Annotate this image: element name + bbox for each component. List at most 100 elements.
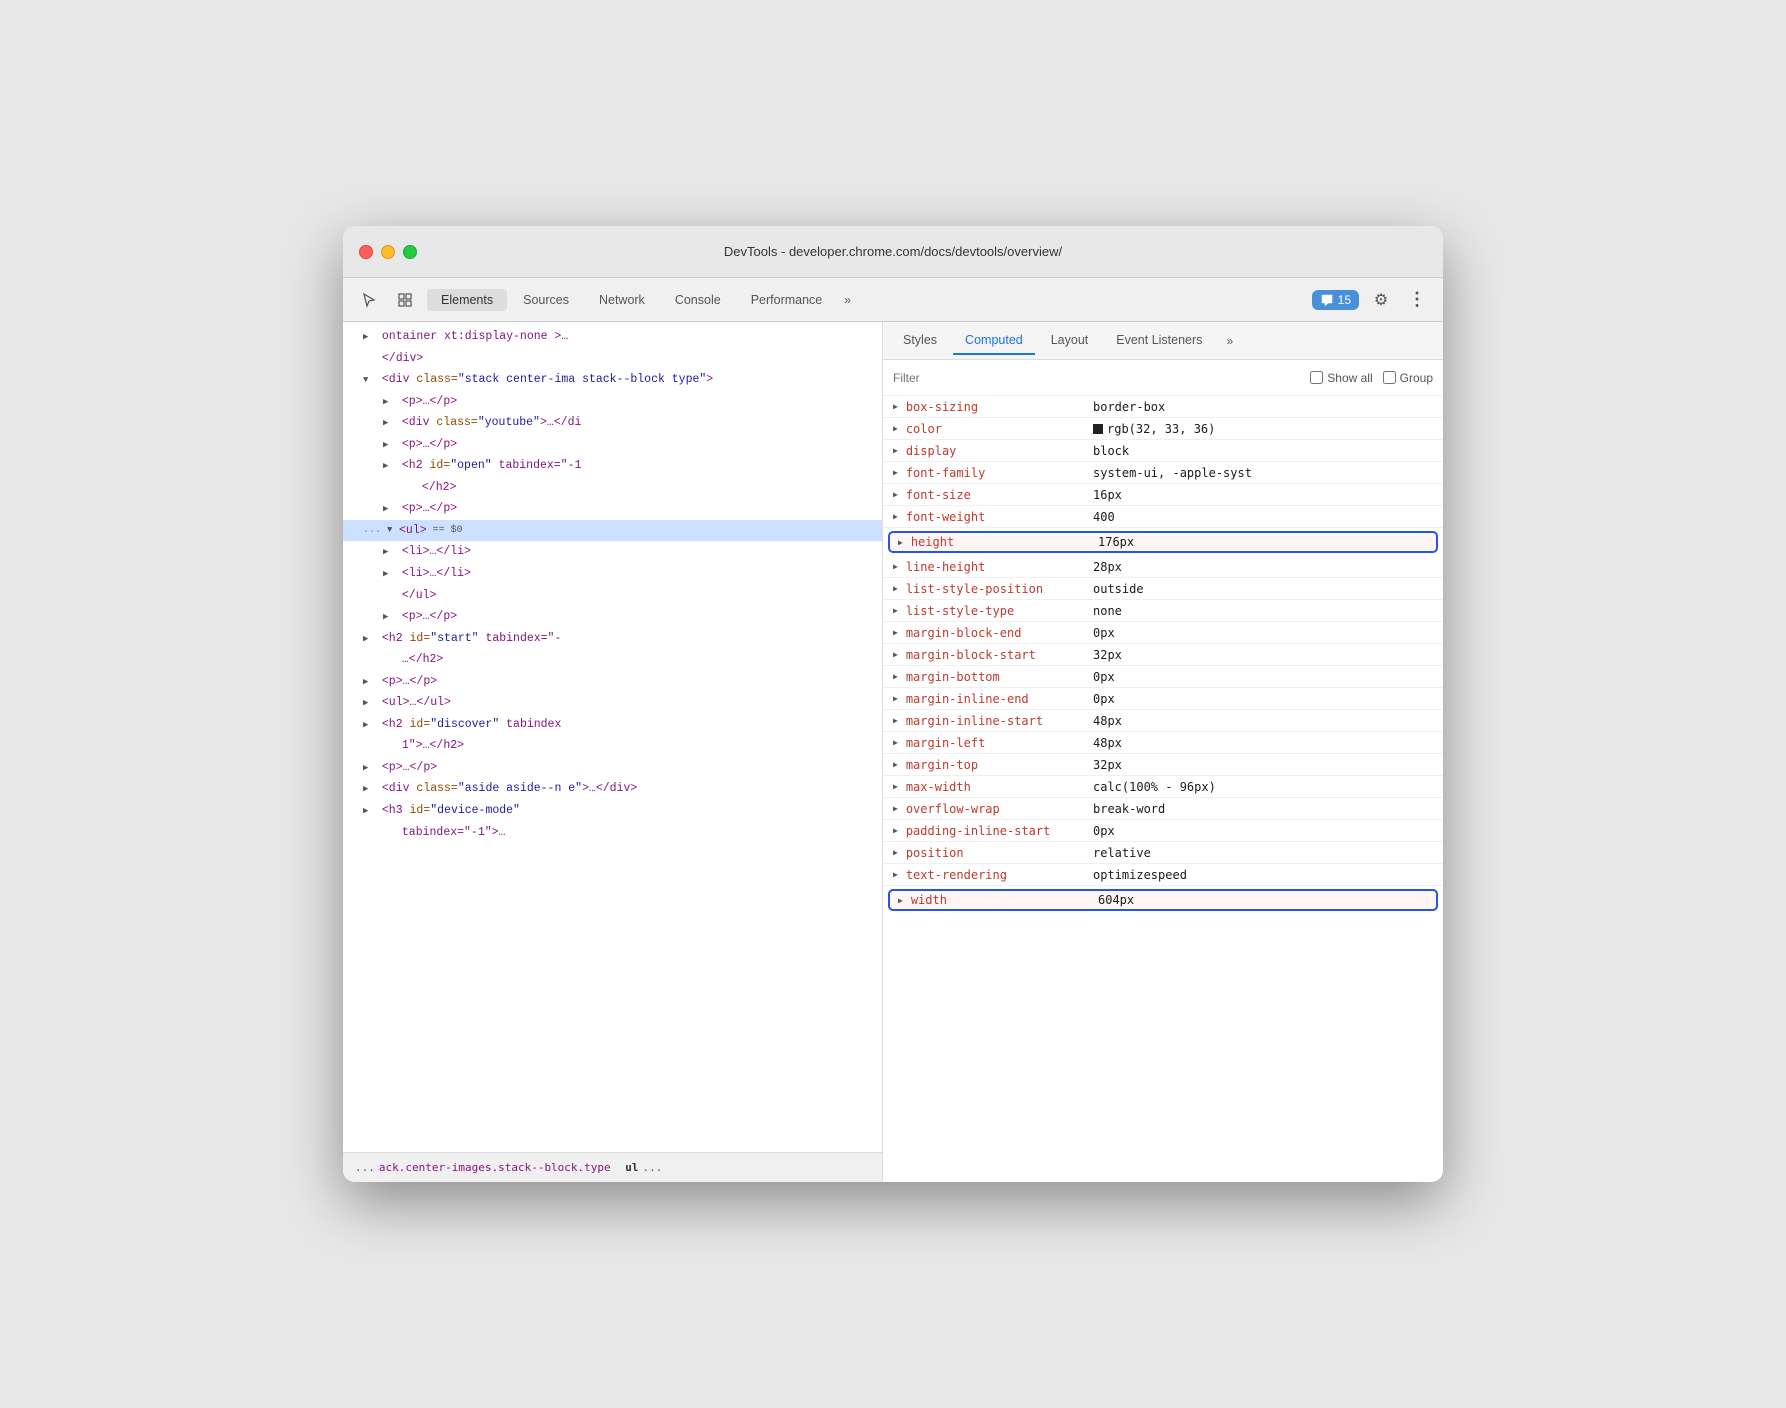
tab-performance[interactable]: Performance xyxy=(737,289,837,311)
html-tag: <h2 xyxy=(402,459,430,472)
triangle-icon: ▶ xyxy=(893,848,898,857)
computed-properties-list[interactable]: ▶ box-sizing border-box ▶ color rgb(32, … xyxy=(883,396,1443,1182)
show-all-checkbox-label[interactable]: Show all xyxy=(1310,371,1372,385)
prop-value: 400 xyxy=(1093,510,1433,524)
status-crumb-2[interactable]: ul xyxy=(625,1161,638,1174)
tab-elements[interactable]: Elements xyxy=(427,289,507,311)
tab-console[interactable]: Console xyxy=(661,289,735,311)
prop-list-style-type[interactable]: ▶ list-style-type none xyxy=(883,600,1443,622)
list-item[interactable]: <p>…</p> xyxy=(343,757,882,779)
settings-icon[interactable]: ⚙ xyxy=(1367,286,1395,314)
group-checkbox-label[interactable]: Group xyxy=(1383,371,1433,385)
triangle-icon: ▶ xyxy=(893,870,898,879)
show-all-checkbox[interactable] xyxy=(1310,371,1323,384)
list-item[interactable]: ontainer xt:display-none >… xyxy=(343,326,882,348)
prop-margin-block-start[interactable]: ▶ margin-block-start 32px xyxy=(883,644,1443,666)
selected-element-row[interactable]: ... <ul> == $0 xyxy=(343,520,882,542)
prop-name: ▶ font-weight xyxy=(893,510,1093,524)
list-item[interactable]: <p>…</p> xyxy=(343,671,882,693)
prop-display[interactable]: ▶ display block xyxy=(883,440,1443,462)
prop-list-style-position[interactable]: ▶ list-style-position outside xyxy=(883,578,1443,600)
prop-box-sizing[interactable]: ▶ box-sizing border-box xyxy=(883,396,1443,418)
prop-width[interactable]: ▶ width 604px xyxy=(888,889,1438,911)
feedback-badge[interactable]: 15 xyxy=(1312,290,1359,310)
list-item[interactable]: <p>…</p> xyxy=(343,391,882,413)
prop-font-size[interactable]: ▶ font-size 16px xyxy=(883,484,1443,506)
html-tag: > xyxy=(706,373,713,386)
more-tabs-icon[interactable]: » xyxy=(838,291,857,309)
minimize-button[interactable] xyxy=(381,245,395,259)
list-item[interactable]: <div class="stack center-ima stack--bloc… xyxy=(343,369,882,391)
filter-input[interactable] xyxy=(893,371,1300,385)
color-swatch[interactable] xyxy=(1093,424,1103,434)
panel-more-tabs[interactable]: » xyxy=(1220,332,1239,350)
list-item[interactable]: <li>…</li> xyxy=(343,541,882,563)
list-item[interactable]: <p>…</p> xyxy=(343,606,882,628)
triangle-icon xyxy=(387,523,399,538)
prop-font-weight[interactable]: ▶ font-weight 400 xyxy=(883,506,1443,528)
html-tag: tabindex="-1 xyxy=(492,459,582,472)
list-item[interactable]: <h2 id="discover" tabindex xyxy=(343,714,882,736)
maximize-button[interactable] xyxy=(403,245,417,259)
list-item[interactable]: <div class="youtube">…</di xyxy=(343,412,882,434)
tab-sources[interactable]: Sources xyxy=(509,289,583,311)
prop-overflow-wrap[interactable]: ▶ overflow-wrap break-word xyxy=(883,798,1443,820)
list-item[interactable]: 1">…</h2> xyxy=(343,735,882,757)
html-attr-val: "start" xyxy=(430,632,478,645)
html-tag: <p>…</p> xyxy=(382,675,437,688)
prop-name: ▶ margin-left xyxy=(893,736,1093,750)
prop-value: border-box xyxy=(1093,400,1433,414)
prop-color[interactable]: ▶ color rgb(32, 33, 36) xyxy=(883,418,1443,440)
list-item[interactable]: <ul>…</ul> xyxy=(343,692,882,714)
prop-margin-bottom[interactable]: ▶ margin-bottom 0px xyxy=(883,666,1443,688)
prop-font-family[interactable]: ▶ font-family system-ui, -apple-syst xyxy=(883,462,1443,484)
cursor-icon[interactable] xyxy=(355,286,383,314)
prop-height[interactable]: ▶ height 176px xyxy=(888,531,1438,553)
prop-margin-block-end[interactable]: ▶ margin-block-end 0px xyxy=(883,622,1443,644)
prop-value: break-word xyxy=(1093,802,1433,816)
prop-name: ▶ margin-top xyxy=(893,758,1093,772)
list-item[interactable]: <li>…</li> xyxy=(343,563,882,585)
prop-value: 604px xyxy=(1098,893,1428,907)
html-tag: </div> xyxy=(382,352,423,365)
html-attr-val: "youtube" xyxy=(478,416,540,429)
prop-line-height[interactable]: ▶ line-height 28px xyxy=(883,556,1443,578)
prop-margin-left[interactable]: ▶ margin-left 48px xyxy=(883,732,1443,754)
prop-text-rendering[interactable]: ▶ text-rendering optimizespeed xyxy=(883,864,1443,886)
list-item[interactable]: </ul> xyxy=(343,585,882,607)
list-item[interactable]: …</h2> xyxy=(343,649,882,671)
list-item[interactable]: tabindex="-1">… xyxy=(343,822,882,844)
list-item[interactable]: <h2 id="open" tabindex="-1 xyxy=(343,455,882,477)
prop-max-width[interactable]: ▶ max-width calc(100% - 96px) xyxy=(883,776,1443,798)
prop-margin-inline-start[interactable]: ▶ margin-inline-start 48px xyxy=(883,710,1443,732)
triangle-icon xyxy=(363,718,375,733)
prop-name: ▶ padding-inline-start xyxy=(893,824,1093,838)
list-item[interactable]: <div class="aside aside--n e">…</div> xyxy=(343,778,882,800)
menu-icon[interactable]: ⋮ xyxy=(1403,286,1431,314)
prop-margin-top[interactable]: ▶ margin-top 32px xyxy=(883,754,1443,776)
tab-computed[interactable]: Computed xyxy=(953,327,1035,355)
close-button[interactable] xyxy=(359,245,373,259)
triangle-icon xyxy=(363,696,375,711)
list-item[interactable]: <h2 id="start" tabindex="- xyxy=(343,628,882,650)
prop-margin-inline-end[interactable]: ▶ margin-inline-end 0px xyxy=(883,688,1443,710)
prop-position[interactable]: ▶ position relative xyxy=(883,842,1443,864)
elements-tree[interactable]: ontainer xt:display-none >… </div> <div … xyxy=(343,322,882,1152)
prop-value: 48px xyxy=(1093,736,1433,750)
tab-styles[interactable]: Styles xyxy=(891,327,949,355)
prop-value: block xyxy=(1093,444,1433,458)
group-checkbox[interactable] xyxy=(1383,371,1396,384)
list-item[interactable]: </h2> xyxy=(343,477,882,499)
tab-layout[interactable]: Layout xyxy=(1039,327,1101,355)
list-item[interactable]: <h3 id="device-mode" xyxy=(343,800,882,822)
status-crumb-1[interactable]: ack.center-images.stack--block.type xyxy=(379,1161,611,1174)
list-item[interactable]: <p>…</p> xyxy=(343,498,882,520)
inspect-icon[interactable] xyxy=(391,286,419,314)
tab-network[interactable]: Network xyxy=(585,289,659,311)
tab-event-listeners[interactable]: Event Listeners xyxy=(1104,327,1214,355)
html-attr-val: "device-mode" xyxy=(430,804,520,817)
html-tag: tabindex xyxy=(499,718,561,731)
list-item[interactable]: </div> xyxy=(343,348,882,370)
prop-padding-inline-start[interactable]: ▶ padding-inline-start 0px xyxy=(883,820,1443,842)
list-item[interactable]: <p>…</p> xyxy=(343,434,882,456)
